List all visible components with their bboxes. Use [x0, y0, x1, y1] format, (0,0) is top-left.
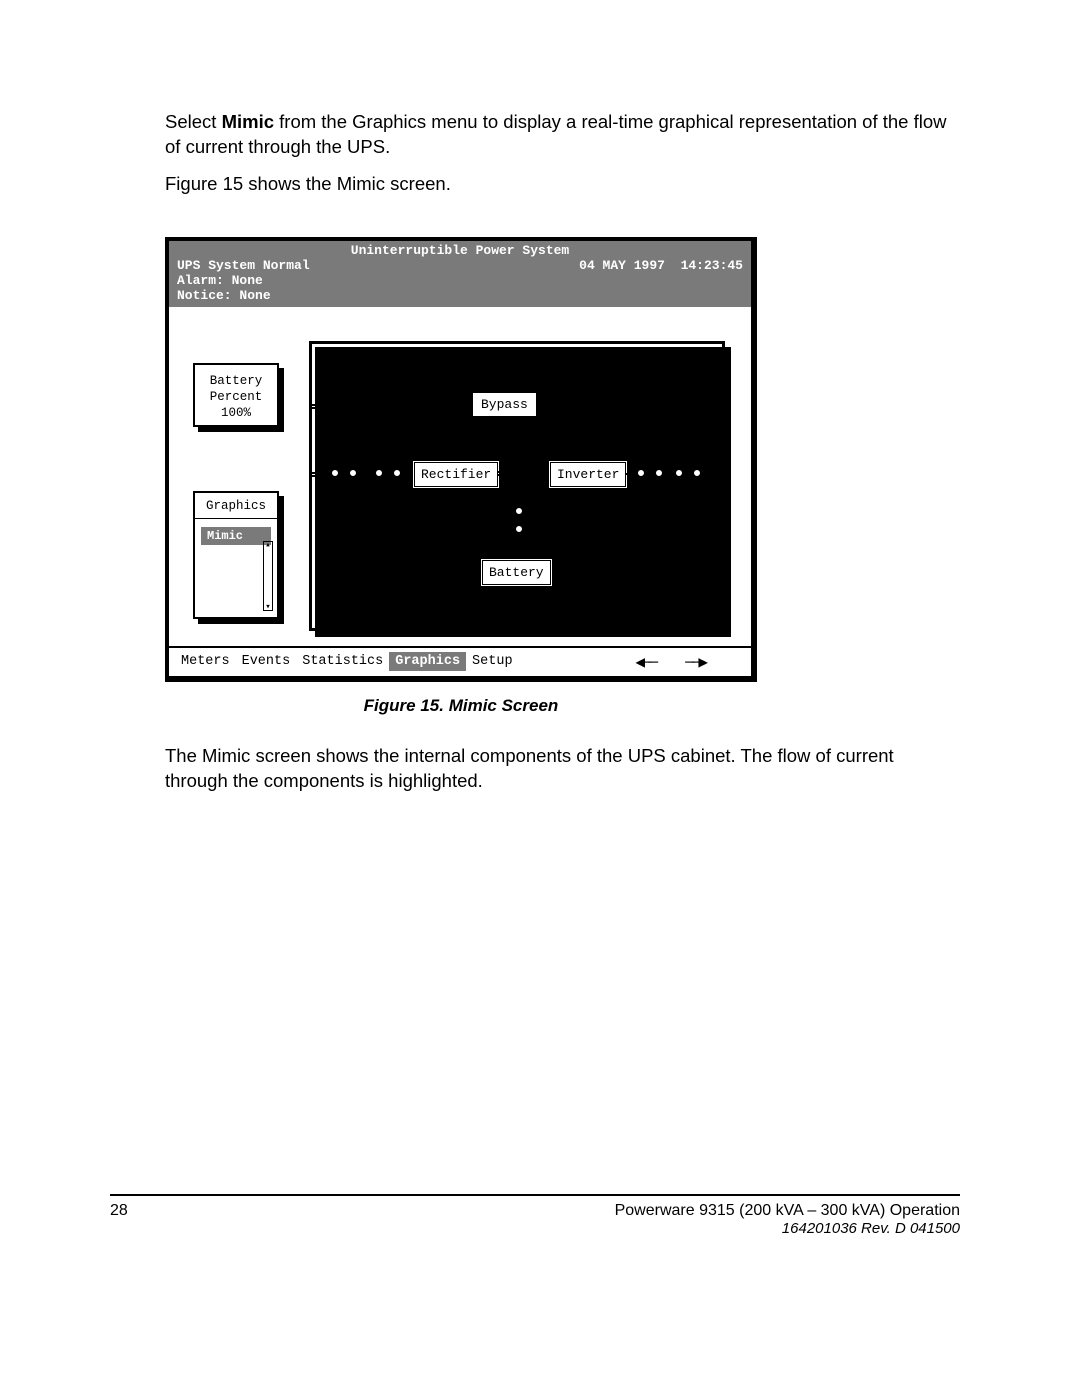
switch-cb1	[332, 464, 356, 480]
mimic-diagram: Bypass CB1 Rectifier Inverter	[309, 341, 725, 631]
page-number: 28	[110, 1202, 128, 1220]
line-out	[700, 472, 722, 477]
bypass-box: Bypass	[472, 392, 537, 417]
switch-k3a	[638, 464, 662, 480]
battery-panel: Battery Percent 100%	[193, 363, 279, 427]
nav-graphics[interactable]: Graphics	[389, 652, 466, 671]
mimic-screen: Uninterruptible Power System UPS System …	[165, 237, 757, 682]
footer-docid: 164201036 Rev. D 041500	[615, 1220, 960, 1237]
mimic-menu-item[interactable]: Mimic	[201, 527, 271, 545]
nav-setup[interactable]: Setup	[466, 652, 519, 671]
k3-label: K3	[652, 444, 668, 459]
battery-box: Battery	[480, 558, 553, 587]
time-text: 14:23:45	[681, 258, 743, 273]
inverter-box: Inverter	[548, 460, 628, 489]
battery-label-1: Battery	[195, 373, 277, 389]
nav-bar: Meters Events Statistics Graphics Setup …	[169, 646, 751, 676]
screen-header: Uninterruptible Power System UPS System …	[169, 241, 751, 307]
nav-left-icon[interactable]: ◀──	[635, 652, 655, 672]
figure-caption: Figure 15. Mimic Screen	[165, 696, 757, 716]
graphics-panel[interactable]: Graphics Mimic ▴ ▾	[193, 491, 279, 619]
nav-meters[interactable]: Meters	[175, 652, 236, 671]
battery-value: 100%	[195, 405, 277, 421]
line-bypass-out	[538, 404, 722, 409]
alarm-text: Alarm: None	[177, 273, 743, 288]
line-rect-inv	[498, 471, 548, 476]
intro-bold: Mimic	[222, 111, 274, 132]
screen-content: Battery Percent 100% Graphics Mimic ▴ ▾	[169, 307, 751, 646]
scroll-up-icon[interactable]: ▴	[263, 540, 273, 550]
nav-right-icon[interactable]: ──▶	[685, 652, 705, 672]
intro-pre: Select	[165, 111, 222, 132]
notice-text: Notice: None	[177, 288, 743, 303]
line-rect-in	[400, 473, 412, 475]
switch-k3b	[676, 464, 700, 480]
intro-para-1: Select Mimic from the Graphics menu to d…	[165, 110, 960, 160]
cb1-label: CB1	[360, 444, 383, 459]
switch-cb1b	[376, 464, 400, 480]
footer-product: Powerware 9315 (200 kVA – 300 kVA) Opera…	[615, 1202, 960, 1220]
nav-events[interactable]: Events	[236, 652, 297, 671]
outro-para: The Mimic screen shows the internal comp…	[165, 744, 960, 794]
intro-para-2: Figure 15 shows the Mimic screen.	[165, 172, 960, 197]
screen-title: Uninterruptible Power System	[177, 243, 743, 258]
date-text: 04 MAY 1997	[579, 258, 665, 273]
figure-15: Uninterruptible Power System UPS System …	[165, 237, 960, 716]
switch-k2	[512, 508, 528, 532]
scroll-down-icon[interactable]: ▾	[263, 602, 273, 612]
graphics-scrollbar[interactable]: ▴ ▾	[263, 541, 273, 611]
battery-label-2: Percent	[195, 389, 277, 405]
graphics-label: Graphics	[195, 499, 277, 513]
intro-post: from the Graphics menu to display a real…	[165, 111, 947, 157]
line-bypass-in	[312, 404, 472, 409]
status-text: UPS System Normal	[177, 258, 310, 273]
line-down	[518, 476, 523, 508]
line-cb1-out	[356, 473, 376, 475]
rectifier-box: Rectifier	[412, 460, 500, 489]
nav-statistics[interactable]: Statistics	[296, 652, 389, 671]
page-footer: 28 Powerware 9315 (200 kVA – 300 kVA) Op…	[110, 1194, 960, 1237]
line-in	[312, 472, 332, 477]
k2-label: K2	[472, 522, 488, 537]
line-batt-in	[520, 540, 522, 558]
